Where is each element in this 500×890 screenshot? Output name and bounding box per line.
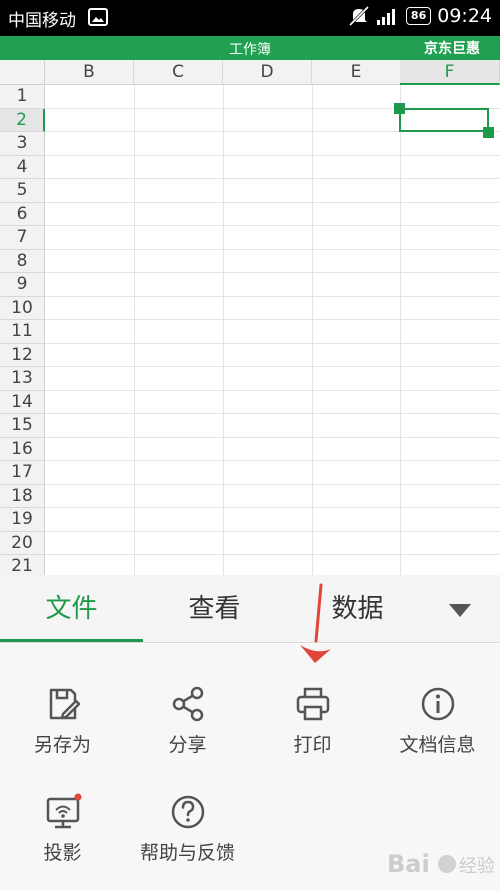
column-header-c[interactable]: C bbox=[134, 60, 223, 85]
row-header-18[interactable]: 18 bbox=[0, 484, 45, 508]
grid-row-line bbox=[45, 225, 500, 226]
battery-level: 86 bbox=[405, 7, 432, 25]
row-header-6[interactable]: 6 bbox=[0, 202, 45, 226]
svg-text:经验: 经验 bbox=[459, 856, 495, 877]
row-header-5[interactable]: 5 bbox=[0, 179, 45, 203]
grid-column-line bbox=[400, 85, 401, 575]
print-button[interactable]: 打印 bbox=[250, 684, 375, 757]
row-header-3[interactable]: 3 bbox=[0, 132, 45, 156]
row-header-7[interactable]: 7 bbox=[0, 226, 45, 250]
row-header-4[interactable]: 4 bbox=[0, 155, 45, 179]
save-as-label: 另存为 bbox=[33, 734, 91, 756]
grid-row-line bbox=[45, 342, 500, 344]
title-bar: 工作簿 京东巨惠 bbox=[0, 36, 500, 60]
grid-column-line bbox=[312, 85, 313, 575]
row-header-16[interactable]: 16 bbox=[0, 437, 45, 461]
save-as-icon bbox=[49, 688, 80, 720]
grid-column-line bbox=[134, 85, 135, 575]
row-header-19[interactable]: 19 bbox=[0, 508, 45, 532]
selection-handle-bottom-right[interactable] bbox=[483, 127, 494, 138]
row-header-12[interactable]: 12 bbox=[0, 343, 45, 367]
selected-cell[interactable] bbox=[399, 108, 489, 132]
select-all-corner[interactable] bbox=[0, 60, 45, 85]
selection-handle-top-left[interactable] bbox=[394, 103, 405, 114]
save-as-button[interactable]: 另存为 bbox=[0, 684, 125, 757]
grid-row-line bbox=[45, 319, 500, 320]
grid-row-line bbox=[45, 483, 500, 485]
print-icon bbox=[296, 687, 329, 721]
row-header-11[interactable]: 11 bbox=[0, 320, 45, 344]
spreadsheet-grid[interactable]: BCDEF 1 2 3 4 5 6 7 8 9 10 11 12 13 14 15 16 17 18 19 20 21 bbox=[0, 60, 500, 575]
projection-icon bbox=[46, 793, 81, 829]
gallery-notification-icon bbox=[88, 8, 108, 26]
expand-tabs-icon[interactable] bbox=[449, 604, 471, 617]
row-header-10[interactable]: 10 bbox=[0, 296, 45, 320]
grid-row-line bbox=[45, 154, 500, 156]
document-info-label: 文档信息 bbox=[399, 734, 476, 756]
column-header-b[interactable]: B bbox=[45, 60, 134, 85]
grid-row-line bbox=[45, 530, 500, 532]
grid-row-line bbox=[45, 201, 500, 203]
info-icon bbox=[421, 687, 454, 721]
grid-row-line bbox=[45, 272, 500, 273]
help-icon bbox=[171, 795, 204, 829]
grid-column-line bbox=[223, 85, 224, 575]
row-header-13[interactable]: 13 bbox=[0, 367, 45, 391]
grid-row-line bbox=[45, 413, 500, 414]
grid-row-line bbox=[45, 366, 500, 367]
grid-row-line bbox=[45, 248, 500, 250]
row-header-14[interactable]: 14 bbox=[0, 390, 45, 414]
grid-row-line bbox=[45, 389, 500, 391]
svg-text:Bai: Bai bbox=[387, 850, 430, 878]
promo-link[interactable]: 京东巨惠 bbox=[424, 38, 480, 58]
carrier-name: 中国移动 bbox=[8, 11, 76, 31]
grid-row-line bbox=[45, 554, 500, 555]
row-header-9[interactable]: 9 bbox=[0, 273, 45, 297]
share-icon bbox=[172, 686, 203, 722]
help-feedback-button[interactable]: 帮助与反馈 bbox=[125, 792, 250, 865]
status-icons: 86 09:24 bbox=[348, 5, 492, 27]
row-header-17[interactable]: 17 bbox=[0, 461, 45, 485]
row-header-2[interactable]: 2 bbox=[0, 108, 45, 132]
projection-label: 投影 bbox=[43, 842, 82, 864]
row-header-8[interactable]: 8 bbox=[0, 249, 45, 273]
print-label: 打印 bbox=[293, 734, 332, 756]
mute-icon bbox=[348, 6, 369, 26]
grid-row-line bbox=[45, 178, 500, 179]
help-feedback-label: 帮助与反馈 bbox=[139, 842, 235, 864]
grid-row-line bbox=[45, 507, 500, 508]
grid-row-line bbox=[45, 436, 500, 438]
signal-icon bbox=[376, 9, 395, 25]
column-header-f[interactable]: F bbox=[400, 60, 500, 85]
grid-row-line bbox=[45, 295, 500, 297]
row-header-1[interactable]: 1 bbox=[0, 85, 45, 109]
share-label: 分享 bbox=[168, 734, 207, 756]
share-button[interactable]: 分享 bbox=[125, 684, 250, 757]
status-bar: 中国移动 86 09:24 bbox=[0, 0, 500, 36]
projection-button[interactable]: 投影 bbox=[0, 792, 125, 865]
row-header-15[interactable]: 15 bbox=[0, 414, 45, 438]
annotation-arrow bbox=[300, 583, 331, 663]
clock: 09:24 bbox=[437, 5, 492, 27]
active-tab-indicator bbox=[0, 639, 143, 642]
grid-row-line bbox=[45, 460, 500, 461]
watermark-logo: Bai 经验 bbox=[387, 850, 495, 878]
ribbon-tabs: 文件 查看 数据 bbox=[0, 575, 500, 643]
tab-view[interactable]: 查看 bbox=[143, 575, 286, 643]
document-info-button[interactable]: 文档信息 bbox=[375, 684, 500, 757]
column-header-d[interactable]: D bbox=[223, 60, 312, 85]
row-header-20[interactable]: 20 bbox=[0, 531, 45, 555]
column-header-e[interactable]: E bbox=[312, 60, 401, 85]
row-header-21[interactable]: 21 bbox=[0, 555, 45, 575]
tab-file[interactable]: 文件 bbox=[0, 575, 143, 643]
